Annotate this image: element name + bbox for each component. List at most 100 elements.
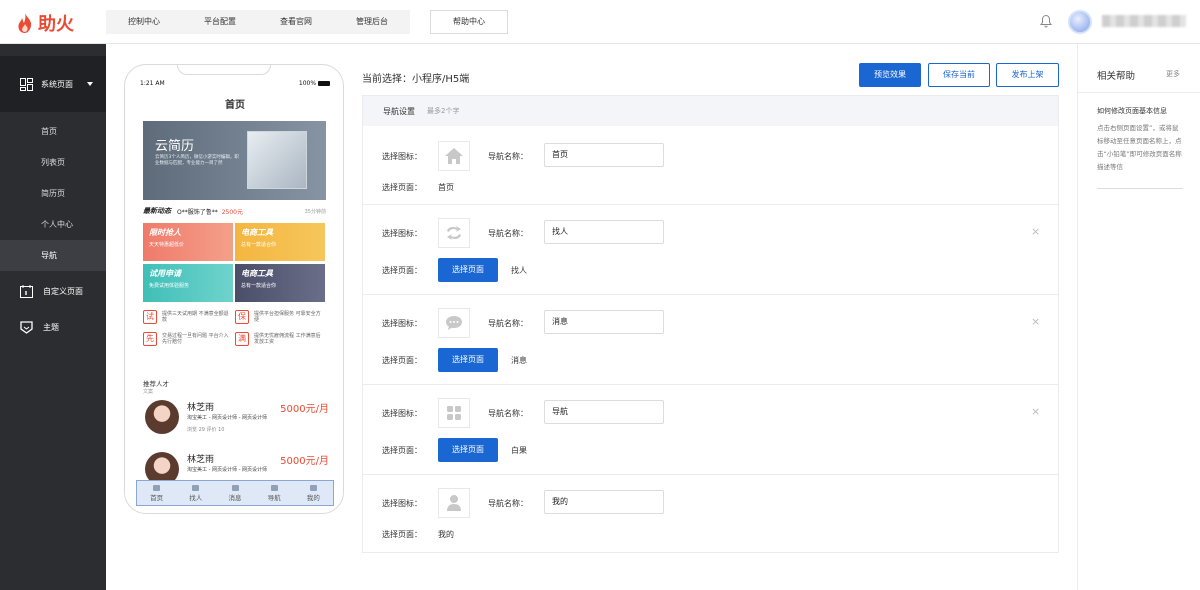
feature-text: 提供平台担保服务 可靠安全方便 [254,311,321,323]
calendar-icon [20,284,33,298]
talent-avatar [145,400,179,434]
talent-meta: 浏览 29 评价 10 [187,427,225,433]
icon-picker[interactable] [438,398,470,428]
icon-label: 选择图标： [382,229,422,238]
card-sub: 总有一款适合你 [241,283,277,289]
phone-preview: 1:21 AM 100% 首页 云简历 云简历3个人简历，微信小游实时编辑，职业… [124,64,344,514]
top-nav-control-center[interactable]: 控制中心 [106,10,182,34]
help-panel: 相关帮助 更多 如何修改页面基本信息 点击右侧页面设置”，或将鼠标移动至任意页面… [1077,44,1200,590]
battery-text: 100% [298,79,317,87]
sidebar-item-navigation[interactable]: 导航 [0,240,106,271]
promo-card-trial[interactable]: 试用申请 免费试用体验服务 [143,264,233,302]
icon-picker[interactable] [438,218,470,248]
help-more-link[interactable]: 更多 [1166,69,1180,79]
help-question[interactable]: 如何修改页面基本信息 [1097,106,1167,116]
page-label: 选择页面： [382,183,422,192]
nav-name-input[interactable]: 我的 [544,490,664,514]
sidebar-item-custom-pages[interactable]: 自定义页面 [0,275,106,307]
nav-name-input[interactable]: 首页 [544,143,664,167]
sidebar-item-theme[interactable]: 主题 [0,311,106,343]
promo-card-ecommerce-2[interactable]: 电商工具总有一款适合你 [235,264,325,302]
sidebar-item-label: 自定义页面 [43,286,83,296]
page-value: 首页 [438,183,454,192]
select-page-button[interactable]: 选择页面 [438,348,498,372]
page-value: 找人 [511,266,527,275]
phone-tab-messages[interactable]: 消息 [215,481,254,505]
panel-title: 导航设置 [383,106,415,116]
sidebar-item-resume-page[interactable]: 简历页 [0,178,106,209]
banner-subtitle: 云简历3个人简历，微信小游实时编辑，职业数据与匹配，专业能力一目了然 [155,155,239,166]
sidebar-item-profile[interactable]: 个人中心 [0,209,106,240]
nav-name-input[interactable]: 找人 [544,220,664,244]
top-nav: 控制中心 平台配置 查看官网 管理后台 [106,10,410,34]
top-nav-platform-config[interactable]: 平台配置 [182,10,258,34]
page-value: 白果 [511,446,527,455]
news-ticker[interactable]: 最新动态 O**服饰了鲁** 2500元 35分钟前 [143,206,326,216]
promo-card-ecommerce-1[interactable]: 电商工具 总有一款适合你 [235,223,325,261]
help-answer: 点击右侧页面设置”，或将鼠标移动至任意页面名称上，点击“小铅笔”即可修改页面名称… [1097,124,1182,171]
tab-label: 导航 [267,493,281,502]
name-label: 导航名称： [488,229,528,238]
preview-button[interactable]: 预览效果 [859,63,921,87]
user-avatar[interactable] [1068,10,1092,34]
sidebar-group-system-pages[interactable]: 系统页面 [0,56,106,112]
status-time: 1:21 AM [140,79,165,87]
talent-name: 林芝雨 [187,455,215,465]
feature-badge: 试 [143,310,157,324]
tab-label: 我的 [306,493,320,502]
remove-row-icon[interactable]: × [1031,225,1040,238]
brand-logo[interactable]: 助火 [16,10,74,36]
page-value: 我的 [438,530,454,539]
talent-name: 林芝雨 [187,403,215,413]
select-page-button[interactable]: 选择页面 [438,258,498,282]
nav-row-1: 选择图标： 导航名称： 首页 选择页面： 首页 [363,126,1058,205]
phone-tab-me[interactable]: 我的 [294,481,333,505]
feature-badge: 保 [235,310,249,324]
sidebar-item-home[interactable]: 首页 [0,116,106,147]
help-center-button[interactable]: 帮助中心 [430,10,508,34]
nav-name-input[interactable]: 消息 [544,310,664,334]
recommend-title: 推荐人才 [143,380,169,388]
talent-card[interactable]: 林芝雨 5000元/月 淘宝美工 - 网页设计师 - 网页设计师 浏览 29 评… [143,400,333,448]
card-title: 电商工具 [241,269,273,278]
page-value: 消息 [511,356,527,365]
chat-icon [231,484,239,491]
talent-desc: 淘宝美工 - 网页设计师 - 网页设计师 [187,415,267,421]
talent-desc: 淘宝美工 - 网页设计师 - 网页设计师 [187,467,267,473]
remove-row-icon[interactable]: × [1031,405,1040,418]
phone-tab-find[interactable]: 找人 [176,481,215,505]
sidebar-item-label: 主题 [43,322,59,332]
icon-label: 选择图标： [382,499,422,508]
name-label: 导航名称： [488,499,528,508]
name-label: 导航名称： [488,152,528,161]
publish-button[interactable]: 发布上架 [996,63,1059,87]
battery-icon [318,80,330,86]
top-nav-official-site[interactable]: 查看官网 [258,10,334,34]
tab-label: 消息 [228,493,242,502]
page-label: 选择页面： [382,266,422,275]
nav-row-3: 选择图标： 导航名称： 消息 × 选择页面： 选择页面 消息 [363,295,1058,385]
feature-text: 交易过程一旦有问题 平台介入先行赔付 [162,333,229,345]
sidebar-item-list-page[interactable]: 列表页 [0,147,106,178]
bell-icon[interactable] [1040,14,1052,28]
phone-tab-home[interactable]: 首页 [137,481,176,505]
icon-picker[interactable] [438,141,470,171]
promo-card-limited[interactable]: 限时抢人 天天特惠超低价 [143,223,233,261]
user-name-blurred[interactable] [1102,15,1186,27]
swap-icon [447,226,461,240]
phone-tab-nav[interactable]: 导航 [255,481,294,505]
select-page-button[interactable]: 选择页面 [438,438,498,462]
icon-picker[interactable] [438,308,470,338]
icon-label: 选择图标： [382,319,422,328]
icon-picker[interactable] [438,488,470,518]
banner[interactable]: 云简历 云简历3个人简历，微信小游实时编辑，职业数据与匹配，专业能力一目了然 [143,121,326,200]
save-button[interactable]: 保存当前 [928,63,990,87]
user-icon [309,484,317,491]
nav-name-input[interactable]: 导航 [544,400,664,424]
card-title: 电商工具 [241,228,273,237]
remove-row-icon[interactable]: × [1031,315,1040,328]
status-battery: 100% [299,80,330,87]
top-nav-admin[interactable]: 管理后台 [334,10,410,34]
feature-satisfaction: 满提供无忧雇佣流程 工作满意后发放工资 [235,332,325,346]
theme-icon [20,320,33,334]
